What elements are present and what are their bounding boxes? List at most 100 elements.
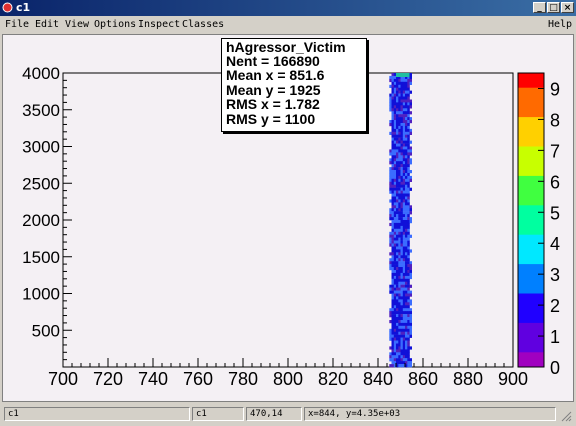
heatmap-bin	[407, 102, 410, 106]
heatmap-bin	[409, 364, 412, 368]
heatmap-bin	[400, 290, 403, 294]
heatmap-bin	[402, 231, 406, 235]
heatmap-bin	[398, 125, 401, 130]
heatmap-bin	[396, 149, 399, 153]
heatmap-bin	[393, 352, 397, 356]
heatmap-bin	[389, 102, 392, 106]
heatmap-bin	[402, 208, 406, 212]
heatmap-bin	[393, 167, 397, 171]
menu-edit[interactable]: Edit	[35, 19, 59, 30]
heatmap-bin	[389, 334, 392, 338]
palette-band	[518, 190, 544, 196]
heatmap-bin	[407, 237, 410, 241]
heatmap-bin	[400, 343, 403, 347]
heatmap-bin	[396, 322, 399, 327]
heatmap-bin	[407, 173, 410, 177]
heatmap-bin	[400, 196, 403, 200]
menu-options[interactable]: Options	[94, 19, 136, 30]
menu-classes[interactable]: Classes	[182, 19, 224, 30]
heatmap-bin	[409, 361, 412, 365]
palette-band	[518, 73, 544, 79]
status-object-name: c1	[192, 407, 244, 421]
menu-inspect[interactable]: Inspect	[138, 19, 180, 30]
heatmap-bin	[407, 117, 410, 121]
heatmap-bin	[396, 211, 399, 215]
heatmap-bin	[389, 178, 392, 182]
heatmap-bin	[393, 105, 397, 109]
heatmap-bin	[400, 202, 403, 206]
close-button[interactable]: ×	[561, 2, 574, 13]
heatmap-bin	[407, 220, 410, 224]
maximize-button[interactable]: □	[547, 2, 560, 13]
heatmap-bin	[393, 149, 397, 153]
heatmap-bin	[389, 320, 392, 324]
heatmap-bin	[396, 340, 399, 344]
heatmap-bin	[402, 125, 406, 130]
palette-band	[518, 166, 544, 172]
heatmap-bin	[405, 272, 408, 277]
stats-box[interactable]: hAgressor_Victim Nent = 166890 Mean x = …	[221, 38, 367, 132]
menu-view[interactable]: View	[65, 19, 89, 30]
heatmap-bin	[400, 205, 403, 209]
heatmap-bin	[393, 225, 397, 230]
heatmap-bin	[405, 175, 408, 180]
heatmap-bin	[407, 190, 410, 194]
heatmap-bin	[389, 287, 392, 291]
heatmap-bin	[393, 284, 397, 288]
heatmap-bin	[398, 102, 401, 106]
heatmap-bin	[407, 120, 410, 124]
root-canvas[interactable]: 700 720 740 760 780 800 820 840 860 880 900 500 100…	[2, 34, 574, 402]
minimize-button[interactable]: _	[533, 2, 546, 13]
palette-band	[518, 122, 544, 128]
heatmap-bin	[407, 81, 410, 85]
heatmap-bin	[407, 128, 410, 133]
heatmap-bin	[407, 272, 410, 277]
heatmap-bin	[393, 240, 397, 244]
heatmap-bin	[407, 146, 410, 150]
heatmap-bin	[407, 264, 410, 268]
heatmap-bin	[405, 299, 408, 303]
resize-grip-icon[interactable]	[560, 410, 572, 422]
menu-help[interactable]: Help	[548, 19, 572, 30]
heatmap-bin	[396, 275, 399, 280]
heatmap-bin	[400, 311, 403, 315]
palette-band	[518, 102, 544, 108]
heatmap-bin	[391, 331, 394, 335]
heatmap-bin	[391, 73, 394, 77]
palette-band	[518, 185, 544, 191]
heatmap-bin	[407, 249, 410, 253]
heatmap-bin	[402, 120, 406, 124]
heatmap-bin	[398, 128, 401, 133]
heatmap-bin	[391, 231, 394, 235]
heatmap-bin	[409, 158, 412, 162]
heatmap-bin	[400, 90, 403, 94]
heatmap-bin	[407, 317, 410, 321]
heatmap-bin	[405, 290, 408, 294]
heatmap-bin	[400, 272, 403, 277]
heatmap-bin	[409, 328, 412, 332]
heatmap-bin	[400, 231, 403, 235]
heatmap-bin	[391, 222, 394, 227]
heatmap-bin	[398, 270, 401, 274]
heatmap-bin	[398, 114, 401, 118]
palette-band	[518, 195, 544, 201]
palette-band	[518, 332, 544, 338]
heatmap-bin	[393, 320, 397, 324]
heatmap-bin	[389, 258, 392, 262]
heatmap-bin	[396, 108, 399, 112]
menu-file[interactable]: File	[5, 19, 29, 30]
heatmap-bin	[391, 320, 394, 324]
heatmap-bin	[400, 317, 403, 321]
heatmap-bin	[407, 202, 410, 206]
heatmap-bin	[398, 120, 401, 124]
palette-tick-label: 9	[550, 79, 560, 99]
heatmap-bin	[389, 190, 392, 194]
heatmap-bin	[396, 184, 399, 188]
window-titlebar[interactable]: c1 _ □ ×	[0, 0, 576, 16]
heatmap-bin	[398, 117, 401, 121]
heatmap-bin	[407, 96, 410, 100]
heatmap-bin	[398, 287, 401, 291]
heatmap-bin	[393, 308, 397, 312]
heatmap-bin	[407, 149, 410, 153]
heatmap-bin	[391, 170, 394, 174]
